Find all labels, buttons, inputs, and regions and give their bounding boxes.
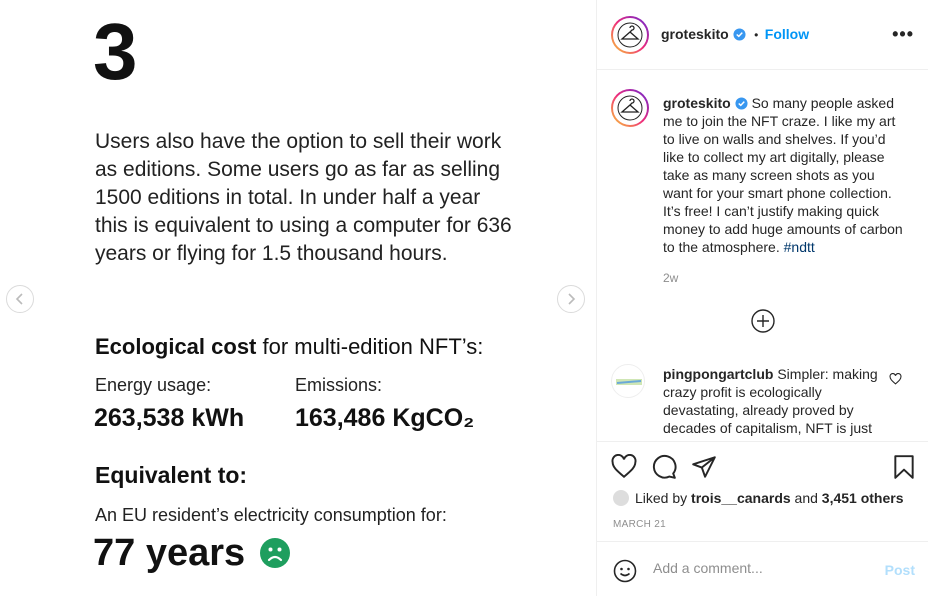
likes-prefix: Liked by (635, 490, 692, 506)
post-comment-button[interactable]: Post (885, 562, 915, 578)
emoji-icon[interactable] (613, 559, 637, 583)
liker-avatar[interactable] (613, 490, 629, 506)
author-avatar[interactable] (611, 16, 649, 54)
ecological-cost-heading: Ecological cost for multi-edition NFT’s: (95, 334, 483, 360)
equivalent-heading: Equivalent to: (95, 462, 248, 488)
like-heart-icon[interactable] (611, 454, 637, 480)
likes-count[interactable]: 3,451 others (822, 490, 904, 506)
liker-username[interactable]: trois__canards (691, 490, 791, 506)
equivalent-subtitle: An EU resident’s electricity consumption… (95, 505, 447, 525)
sad-face-icon (260, 538, 290, 568)
add-comment-input[interactable] (653, 560, 873, 576)
caption-username[interactable]: groteskito (663, 95, 731, 111)
author-username[interactable]: groteskito (661, 26, 729, 42)
hanger-avatar-icon (617, 22, 643, 48)
header-user-line: groteskito • Follow (661, 26, 809, 44)
verified-badge-icon (735, 97, 748, 110)
more-options-button[interactable]: ••• (892, 24, 914, 45)
emissions-label: Emissions: (295, 375, 383, 395)
ecological-cost-bold: Ecological cost (95, 334, 257, 359)
comment-bubble-icon[interactable] (651, 454, 677, 480)
energy-value: 263,538 kWh (94, 404, 245, 432)
caption-avatar[interactable] (611, 89, 649, 127)
chevron-left-icon (15, 293, 23, 305)
caption-hashtag[interactable]: #ndtt (784, 239, 815, 255)
load-more-comments-icon[interactable] (751, 309, 775, 333)
slide-number: 3 (93, 7, 137, 96)
comment-username[interactable]: pingpongartclub (663, 366, 773, 382)
likes-summary: Liked by trois__canards and 3,451 others (613, 490, 904, 506)
commenter-avatar-image-icon (616, 379, 642, 385)
comments-list[interactable]: groteskito So many people asked me to jo… (597, 71, 928, 441)
previous-slide-button[interactable] (6, 285, 34, 313)
add-comment-bar: Post (597, 541, 928, 596)
post-date[interactable]: MARCH 21 (613, 519, 666, 530)
verified-badge-icon (733, 28, 746, 41)
caption-text: So many people asked me to join the NFT … (663, 95, 903, 255)
equivalent-value: 77 years (93, 532, 246, 574)
separator-dot: • (754, 28, 759, 42)
comment: pingpongartclub Simpler: making crazy pr… (663, 365, 881, 437)
slide-paragraph: Users also have the option to sell their… (95, 130, 512, 265)
hanger-avatar-icon (617, 95, 643, 121)
caption: groteskito So many people asked me to jo… (663, 94, 903, 256)
post-media: 3 Users also have the option to sell the… (0, 0, 596, 596)
share-paper-plane-icon[interactable] (691, 454, 717, 480)
comment-like-heart-icon[interactable] (889, 373, 902, 385)
emissions-value: 163,486 KgCO₂ (295, 404, 475, 432)
caption-time[interactable]: 2w (663, 271, 678, 285)
post-actions: Liked by trois__canards and 3,451 others… (597, 441, 928, 541)
likes-middle: and (790, 490, 822, 506)
ecological-cost-rest: for multi-edition NFT’s: (256, 334, 484, 359)
chevron-right-icon (568, 293, 576, 305)
post-header: groteskito • Follow ••• (597, 0, 928, 70)
save-bookmark-icon[interactable] (891, 454, 917, 480)
commenter-avatar[interactable] (611, 364, 645, 398)
follow-button[interactable]: Follow (765, 26, 809, 42)
next-slide-button[interactable] (557, 285, 585, 313)
post-sidebar: groteskito • Follow ••• groteskito So ma… (596, 0, 928, 596)
energy-label: Energy usage: (95, 375, 212, 395)
